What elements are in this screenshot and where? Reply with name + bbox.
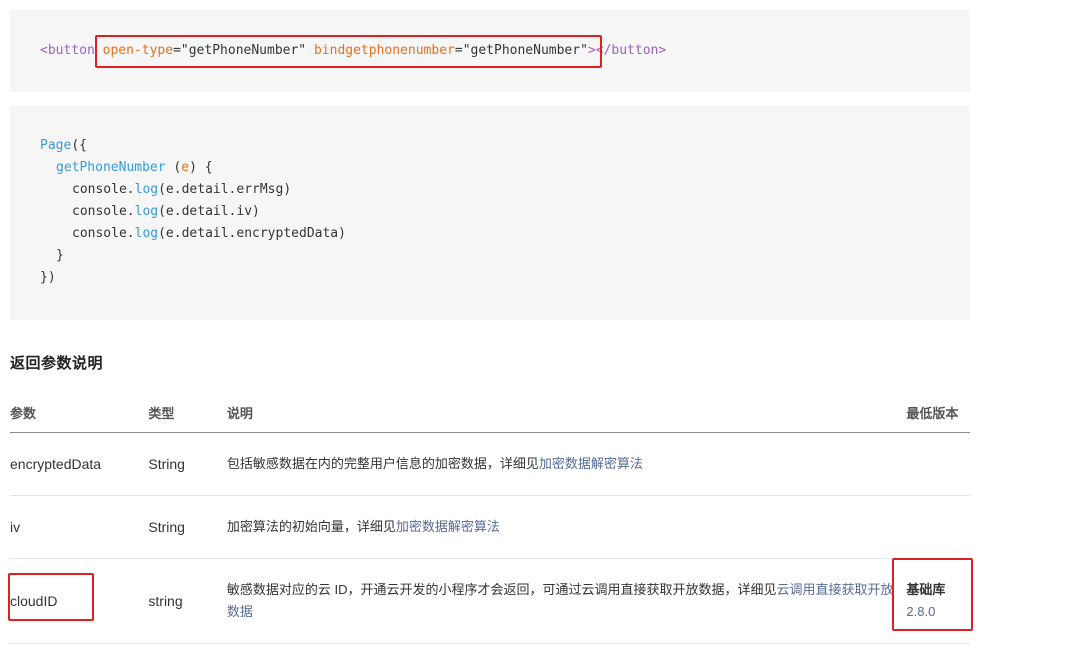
- code-line-5: console.log(e.detail.encryptedData): [72, 224, 346, 244]
- code-attr-open-type-value: "getPhoneNumber": [180, 43, 307, 58]
- code-eq: =: [173, 43, 181, 58]
- cell-name: encryptedData: [10, 432, 149, 496]
- code-line-button: <button open-type="getPhoneNumber" bindg…: [40, 41, 666, 61]
- code-line-6: }: [56, 246, 64, 266]
- code-log-1: log: [134, 182, 159, 197]
- code-line-2: getPhoneNumber (e) {: [56, 158, 213, 178]
- code-attr-bind-value: "getPhoneNumber": [462, 43, 588, 58]
- params-table: 参数 类型 说明 最低版本 encryptedData String 包括敏感数…: [10, 392, 970, 644]
- code-tag-end: </button>: [595, 43, 667, 58]
- desc-text: 敏感数据对应的云 ID，开通云开发的小程序才会返回，可通过云调用直接获取开放数据…: [226, 582, 777, 597]
- code-attr-open-type: open-type: [102, 43, 174, 58]
- code-page-open: ({: [71, 138, 87, 153]
- version-number-link[interactable]: 2.8.0: [906, 601, 970, 623]
- code-log-3: log: [134, 226, 159, 241]
- table-row: encryptedData String 包括敏感数据在内的完整用户信息的加密数…: [10, 432, 970, 496]
- code-line-3: console.log(e.detail.errMsg): [72, 180, 291, 200]
- table-header-row: 参数 类型 说明 最低版本: [10, 392, 970, 433]
- code-line-4: console.log(e.detail.iv): [72, 202, 260, 222]
- code-block-page: Page({ getPhoneNumber (e) { console.log(…: [10, 106, 970, 320]
- code-handler-param: e: [181, 160, 190, 175]
- cell-version: [906, 495, 970, 559]
- header-type: 类型: [148, 392, 227, 433]
- header-version: 最低版本: [906, 392, 970, 433]
- code-close-page: }): [40, 270, 56, 285]
- desc-text: 包括敏感数据在内的完整用户信息的加密数据，详细见: [226, 456, 539, 471]
- code-line-7: }): [40, 268, 56, 288]
- cell-type: String: [148, 432, 227, 496]
- table-row: iv String 加密算法的初始向量，详细见加密数据解密算法: [10, 495, 970, 559]
- version-label: 基础库: [906, 582, 946, 597]
- header-param: 参数: [10, 392, 149, 433]
- code-block-button: <button open-type="getPhoneNumber" bindg…: [10, 10, 970, 92]
- code-console-2: console.: [72, 204, 135, 219]
- cell-type: string: [148, 558, 227, 644]
- cell-desc: 加密算法的初始向量，详细见加密数据解密算法: [226, 495, 907, 559]
- cell-desc: 包括敏感数据在内的完整用户信息的加密数据，详细见加密数据解密算法: [226, 432, 907, 496]
- code-handler-close: ) {: [189, 160, 213, 175]
- cell-version: 基础库 2.8.0: [906, 558, 970, 644]
- code-console-3: console.: [72, 226, 135, 241]
- decrypt-algorithm-link[interactable]: 加密数据解密算法: [539, 456, 643, 471]
- code-line-1: Page({: [40, 136, 87, 156]
- code-attr-bind: bindgetphonenumber: [313, 43, 455, 58]
- code-arg-1: (e.detail.errMsg): [158, 182, 292, 197]
- cell-name: iv: [10, 495, 149, 559]
- table-row: cloudID string 敏感数据对应的云 ID，开通云开发的小程序才会返回…: [10, 558, 970, 644]
- header-desc: 说明: [226, 392, 907, 433]
- code-handler-open: (: [165, 160, 182, 175]
- cell-desc: 敏感数据对应的云 ID，开通云开发的小程序才会返回，可通过云调用直接获取开放数据…: [226, 558, 907, 644]
- code-tag-open: <button: [40, 43, 95, 58]
- code-handler-fn: getPhoneNumber: [56, 160, 166, 175]
- section-title: 返回参数说明: [10, 355, 104, 372]
- code-log-2: log: [134, 204, 159, 219]
- code-arg-2: (e.detail.iv): [158, 204, 260, 219]
- cell-version: [906, 432, 970, 496]
- code-console-1: console.: [72, 182, 135, 197]
- cell-name: cloudID: [10, 558, 149, 644]
- code-page-fn: Page: [40, 138, 72, 153]
- code-arg-3: (e.detail.encryptedData): [158, 226, 346, 241]
- code-close-brace: }: [56, 248, 64, 263]
- code-tag-bracket: >: [587, 43, 596, 58]
- decrypt-algorithm-link[interactable]: 加密数据解密算法: [396, 519, 500, 534]
- cell-type: String: [148, 495, 227, 559]
- desc-text: 加密算法的初始向量，详细见: [226, 519, 396, 534]
- code-eq-2: =: [454, 43, 463, 58]
